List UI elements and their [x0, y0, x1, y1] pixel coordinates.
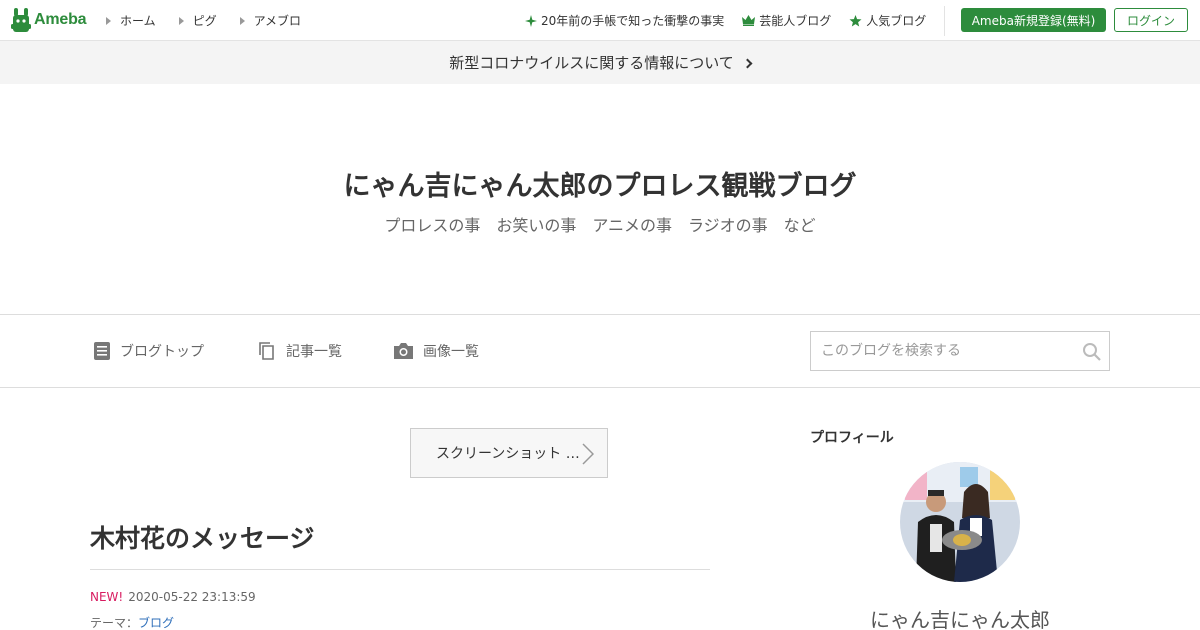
triangle-right-icon	[106, 16, 111, 25]
link-notebook-article[interactable]: 20年前の手帳で知った衝撃の事実	[525, 12, 724, 29]
profile-heading: プロフィール	[810, 430, 894, 446]
logo-text: Ameba	[34, 11, 87, 28]
nav-label: 記事一覧	[286, 344, 342, 360]
link-celebrity-blogs[interactable]: 芸能人ブログ	[742, 12, 831, 29]
copy-icon	[259, 342, 274, 360]
avatar-photo	[900, 462, 1020, 582]
nav-entry-list[interactable]: 記事一覧	[259, 341, 342, 361]
search-icon[interactable]	[1082, 342, 1101, 361]
login-button[interactable]: ログイン	[1114, 8, 1188, 32]
nav-item-label: ホーム	[120, 14, 156, 28]
entry-meta: NEW! 2020-05-22 23:13:59	[90, 590, 256, 604]
title-divider	[90, 569, 710, 570]
link-popular-blogs[interactable]: 人気ブログ	[849, 12, 926, 29]
crown-icon	[742, 15, 756, 26]
entry-theme: テーマ：ブログ	[90, 614, 174, 630]
ameba-logo[interactable]: Ameba	[11, 7, 87, 33]
screenshot-link-button[interactable]: スクリーンショット …	[410, 428, 608, 478]
notice-text: 新型コロナウイルスに関する情報について	[449, 54, 734, 72]
nav-label: ブログトップ	[120, 344, 204, 360]
camera-icon	[394, 343, 413, 359]
link-label: 芸能人ブログ	[759, 14, 832, 28]
top-header: Ameba ホーム ピグ アメブロ 20年前の手帳で知った衝撃の事実 芸能人ブロ…	[0, 0, 1200, 41]
triangle-right-icon	[178, 16, 184, 25]
theme-link[interactable]: ブログ	[138, 616, 174, 630]
profile-avatar[interactable]	[900, 462, 1020, 582]
nav-blog-top[interactable]: ブログトップ	[94, 341, 204, 361]
star-icon	[849, 14, 862, 26]
blog-search-box	[810, 331, 1110, 371]
blog-nav: ブログトップ 記事一覧 画像一覧	[0, 314, 1200, 388]
blog-description: プロレスの事 お笑いの事 アニメの事 ラジオの事 など	[384, 216, 816, 235]
blog-search-input[interactable]	[811, 332, 1071, 370]
blog-title[interactable]: にゃん吉にゃん太郎のプロレス観戦ブログ	[0, 164, 1200, 203]
screenshot-label: スクリーンショット …	[436, 446, 580, 462]
nav-label: 画像一覧	[423, 344, 479, 360]
document-icon	[94, 342, 110, 360]
entry-datetime: 2020-05-22 23:13:59	[128, 590, 256, 604]
sparkle-icon	[525, 14, 537, 27]
nav-item-label: ピグ	[192, 14, 217, 28]
nav-item-home[interactable]: ホーム	[106, 12, 156, 29]
link-label: 人気ブログ	[866, 14, 927, 28]
covid-notice-link[interactable]: 新型コロナウイルスに関する情報について	[0, 41, 1200, 84]
theme-prefix: テーマ：	[90, 616, 139, 630]
global-nav: ホーム ピグ アメブロ	[106, 12, 324, 29]
chevron-right-icon	[582, 443, 594, 465]
ameba-mascot-icon	[11, 8, 31, 32]
profile-name[interactable]: にゃん吉にゃん太郎	[810, 604, 1110, 630]
featured-links: 20年前の手帳で知った衝撃の事実 芸能人ブログ 人気ブログ	[525, 12, 944, 29]
new-badge: NEW!	[90, 590, 124, 604]
chevron-right-icon	[742, 58, 753, 68]
link-label: 20年前の手帳で知った衝撃の事実	[541, 14, 725, 28]
triangle-right-icon	[239, 16, 245, 25]
nav-item-pigg[interactable]: ピグ	[178, 12, 217, 29]
header-divider	[944, 6, 945, 36]
entry-title[interactable]: 木村花のメッセージ	[90, 519, 315, 555]
nav-image-list[interactable]: 画像一覧	[394, 341, 479, 361]
register-button[interactable]: Ameba新規登録(無料)	[961, 8, 1106, 32]
nav-item-ameblo[interactable]: アメブロ	[239, 12, 302, 29]
nav-item-label: アメブロ	[253, 14, 302, 28]
